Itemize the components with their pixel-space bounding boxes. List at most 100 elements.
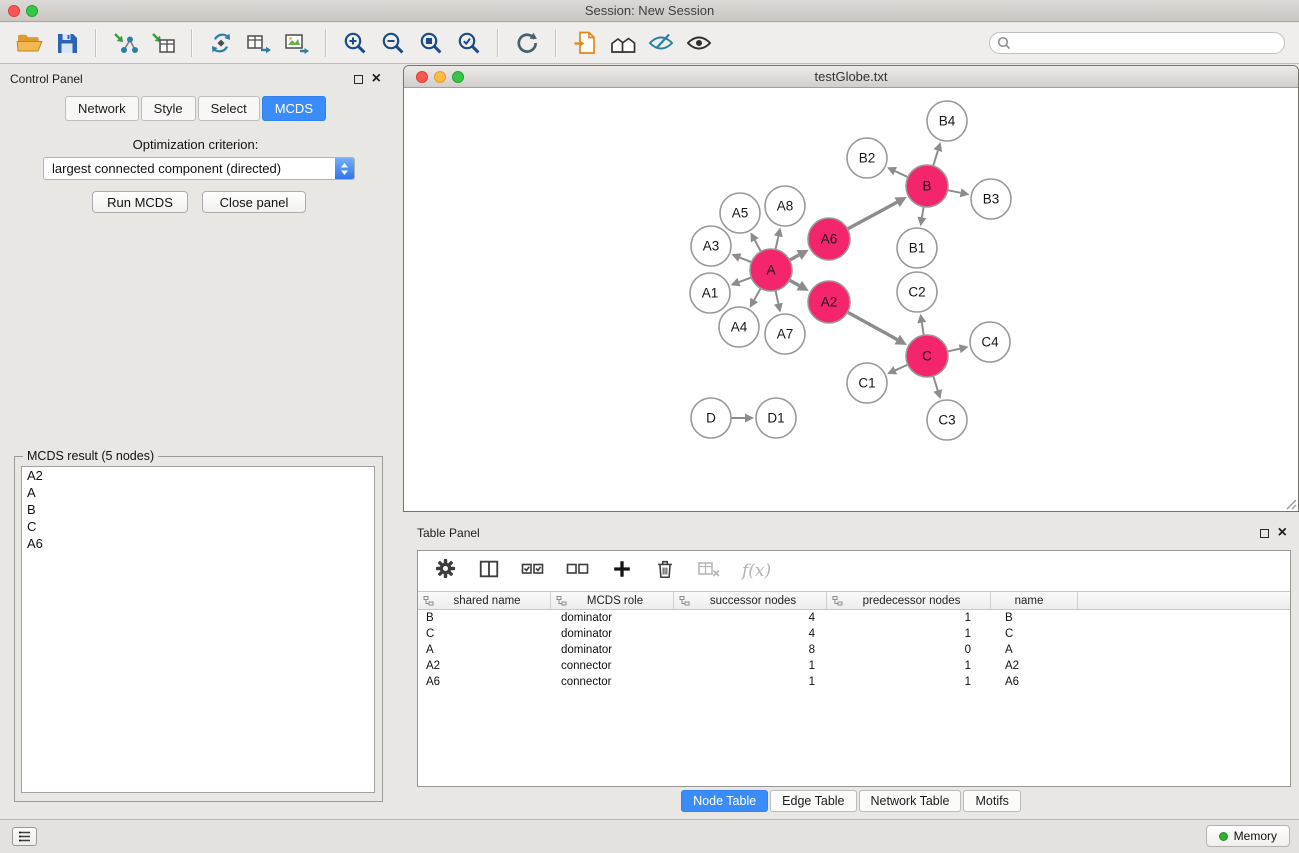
graph-edge[interactable] — [922, 323, 924, 336]
graph-edge[interactable] — [847, 202, 897, 229]
main-toolbar — [0, 23, 1299, 64]
import-network-button[interactable] — [106, 26, 144, 60]
graph-edge[interactable] — [755, 240, 761, 251]
add-column-button[interactable] — [611, 558, 633, 585]
close-panel-button[interactable]: Close panel — [202, 191, 306, 213]
column-type-icon — [679, 596, 690, 606]
graph-edge[interactable] — [847, 312, 897, 339]
column-header-name[interactable]: name — [991, 592, 1078, 609]
network-canvas-svg[interactable]: B4B2BB3A5A8A6A3B1AA1C2A2A4A7CC4C1C3DD1 — [404, 88, 1298, 511]
graph-node-label: B2 — [859, 151, 876, 166]
refresh-view-button[interactable] — [508, 26, 546, 60]
graph-edge[interactable] — [922, 207, 924, 218]
document-arrow-button[interactable] — [566, 26, 604, 60]
save-session-button[interactable] — [48, 26, 86, 60]
zoom-in-icon — [342, 30, 368, 56]
table-row[interactable]: A6connector11A6 — [418, 674, 1290, 690]
close-table-panel-icon[interactable]: × — [1278, 528, 1287, 538]
table-cell: dominator — [551, 612, 674, 624]
graph-node-label: A2 — [821, 295, 838, 310]
float-table-panel-icon[interactable] — [1260, 529, 1269, 538]
network-canvas[interactable]: B4B2BB3A5A8A6A3B1AA1C2A2A4A7CC4C1C3DD1 — [404, 88, 1298, 511]
table-cell: A — [991, 644, 1078, 656]
search-input[interactable] — [1016, 36, 1277, 50]
graph-edge[interactable] — [789, 280, 799, 285]
tab-motifs[interactable]: Motifs — [963, 790, 1020, 812]
zoom-window-button[interactable] — [26, 5, 38, 17]
network-view-window: testGlobe.txt B4B2BB3A5A8A6A3B1AA1C2A2A4… — [403, 65, 1299, 512]
tab-edge-table[interactable]: Edge Table — [770, 790, 856, 812]
float-panel-icon[interactable] — [354, 75, 363, 84]
network-zoom-button[interactable] — [452, 71, 464, 83]
task-history-button[interactable] — [12, 827, 37, 846]
open-session-button[interactable] — [10, 26, 48, 60]
memory-button[interactable]: Memory — [1206, 825, 1290, 847]
tab-mcds[interactable]: MCDS — [262, 96, 326, 121]
graph-edge-arrow — [774, 227, 783, 237]
import-table-button[interactable] — [144, 26, 182, 60]
deselect-all-rows-button[interactable] — [566, 558, 590, 585]
mcds-result-item[interactable]: A — [22, 484, 374, 501]
graph-edge[interactable] — [775, 236, 778, 249]
eye-slash-icon — [648, 31, 674, 55]
graph-edge[interactable] — [775, 291, 778, 304]
mcds-result-item[interactable]: A6 — [22, 535, 374, 552]
network-close-button[interactable] — [416, 71, 428, 83]
table-row[interactable]: Bdominator41B — [418, 610, 1290, 626]
eye-slash-button[interactable] — [642, 26, 680, 60]
dropdown-stepper-icon — [335, 158, 354, 179]
toolbar-search-field[interactable] — [989, 32, 1285, 54]
column-header-successor-nodes[interactable]: successor nodes — [674, 592, 827, 609]
graph-edge[interactable] — [895, 365, 908, 371]
table-settings-button[interactable] — [434, 557, 457, 585]
graph-edge[interactable] — [947, 349, 959, 352]
resize-grip-icon[interactable] — [1285, 498, 1297, 510]
close-panel-icon[interactable]: × — [372, 74, 381, 84]
zoom-selected-button[interactable] — [450, 26, 488, 60]
application-window: Session: New Session — [0, 0, 1299, 853]
table-cell: A2 — [418, 660, 551, 672]
graph-edge-arrow — [959, 344, 969, 353]
table-row[interactable]: Cdominator41C — [418, 626, 1290, 642]
eye-button[interactable] — [680, 26, 718, 60]
network-minimize-button[interactable] — [434, 71, 446, 83]
graph-edge[interactable] — [739, 277, 751, 282]
mcds-result-item[interactable]: C — [22, 518, 374, 535]
export-image-button[interactable] — [278, 26, 316, 60]
graph-edge[interactable] — [933, 376, 937, 390]
graph-node-label: C4 — [981, 335, 999, 350]
select-all-rows-button[interactable] — [521, 558, 545, 585]
mcds-result-list[interactable]: A2ABCA6 — [21, 466, 375, 793]
graph-edge[interactable] — [790, 255, 799, 260]
tab-node-table[interactable]: Node Table — [681, 790, 768, 812]
column-header-mcds-role[interactable]: MCDS role — [551, 592, 674, 609]
zoom-out-button[interactable] — [374, 26, 412, 60]
show-columns-button[interactable] — [478, 558, 500, 585]
plus-icon — [611, 558, 633, 580]
graph-edge[interactable] — [895, 171, 908, 177]
table-row[interactable]: A2connector11A2 — [418, 658, 1290, 674]
network-from-selection-button[interactable] — [202, 26, 240, 60]
run-mcds-button[interactable]: Run MCDS — [92, 191, 188, 213]
table-row[interactable]: Adominator80A — [418, 642, 1290, 658]
mcds-result-item[interactable]: A2 — [22, 467, 374, 484]
zoom-in-button[interactable] — [336, 26, 374, 60]
graph-edge[interactable] — [754, 288, 761, 300]
criterion-dropdown[interactable]: largest connected component (directed) — [43, 157, 355, 180]
tab-network-table[interactable]: Network Table — [859, 790, 962, 812]
zoom-fit-button[interactable] — [412, 26, 450, 60]
close-window-button[interactable] — [8, 5, 20, 17]
graph-edge[interactable] — [740, 258, 752, 263]
graph-edge[interactable] — [933, 151, 938, 166]
graph-edge[interactable] — [948, 190, 961, 193]
tab-style[interactable]: Style — [141, 96, 196, 121]
mcds-result-item[interactable]: B — [22, 501, 374, 518]
graph-edge-arrow — [917, 314, 926, 324]
delete-column-button[interactable] — [654, 558, 676, 585]
column-header-shared-name[interactable]: shared name — [418, 592, 551, 609]
tab-select[interactable]: Select — [198, 96, 260, 121]
export-table-button[interactable] — [240, 26, 278, 60]
double-home-button[interactable] — [604, 26, 642, 60]
column-header-predecessor-nodes[interactable]: predecessor nodes — [827, 592, 991, 609]
tab-network[interactable]: Network — [65, 96, 139, 121]
